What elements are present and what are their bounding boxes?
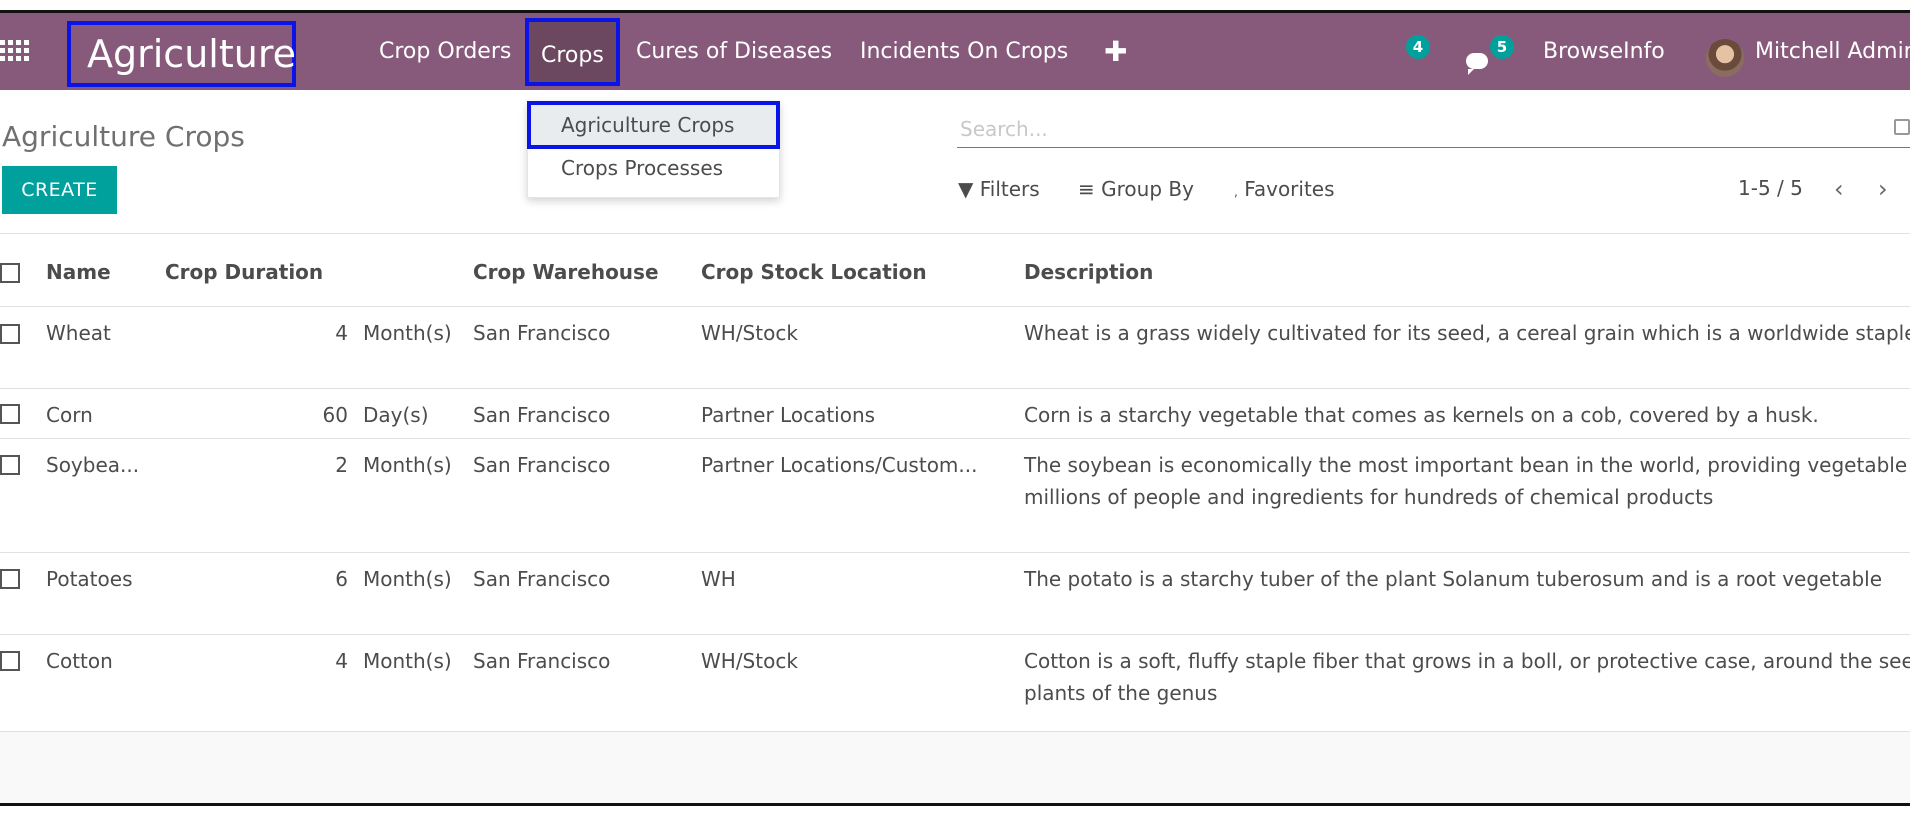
row-description: Wheat is a grass widely cultivated for i… (1024, 321, 1910, 345)
control-separator (0, 233, 1910, 234)
search-input[interactable]: Search... (960, 117, 1048, 141)
row-description: Cotton is a soft, fluffy staple fiber th… (1024, 649, 1910, 705)
chat-icon (1466, 53, 1488, 75)
row-stock-location: Partner Locations (701, 403, 876, 427)
table-row[interactable]: Corn 60 Day(s) San Francisco Partner Loc… (0, 388, 1910, 438)
row-description: The soybean is economically the most imp… (1024, 453, 1910, 509)
user-avatar[interactable] (1706, 39, 1744, 77)
row-name: Soybea... (46, 453, 140, 477)
group-by-button[interactable]: ≡ Group By (1078, 177, 1194, 201)
header-crop-stock-location[interactable]: Crop Stock Location (701, 260, 927, 284)
row-name: Cotton (46, 649, 113, 673)
chevron-right-icon[interactable]: › (1878, 175, 1888, 203)
menu-incidents-on-crops[interactable]: Incidents On Crops (860, 13, 1068, 90)
row-duration: 2 (335, 453, 348, 477)
crops-dropdown-menu: Agriculture Crops Crops Processes (527, 101, 780, 198)
table-row[interactable]: Potatoes 6 Month(s) San Francisco WH The… (0, 552, 1910, 634)
dropdown-item-agriculture-crops[interactable]: Agriculture Crops (561, 113, 734, 137)
row-description: The potato is a starchy tuber of the pla… (1024, 567, 1883, 591)
select-all-checkbox[interactable] (0, 263, 20, 283)
row-duration: 60 (322, 403, 348, 427)
table-footer (0, 731, 1910, 803)
message-count-badge: 5 (1490, 35, 1514, 59)
add-menu-icon[interactable]: ✚ (1104, 13, 1127, 90)
favorites-label: Favorites (1244, 177, 1335, 201)
row-warehouse: San Francisco (473, 403, 611, 427)
filters-button[interactable]: ▼ Filters (958, 177, 1040, 201)
row-checkbox[interactable] (0, 651, 20, 671)
row-duration: 6 (335, 567, 348, 591)
row-warehouse: San Francisco (473, 567, 611, 591)
search-bar[interactable]: Search... (957, 109, 1910, 148)
row-warehouse: San Francisco (473, 649, 611, 673)
company-switcher[interactable]: BrowseInfo (1543, 13, 1665, 90)
filter-icon: ▼ (958, 177, 974, 201)
list-icon: ≡ (1078, 177, 1095, 201)
row-duration-unit: Month(s) (363, 321, 452, 345)
group-by-label: Group By (1101, 177, 1194, 201)
row-duration: 4 (335, 649, 348, 673)
row-duration-unit: Day(s) (363, 403, 429, 427)
header-crop-duration[interactable]: Crop Duration (165, 260, 323, 284)
dropdown-item-crops-processes[interactable]: Crops Processes (561, 156, 723, 180)
row-name: Wheat (46, 321, 111, 345)
row-name: Corn (46, 403, 93, 427)
row-stock-location: WH (701, 567, 736, 591)
row-checkbox[interactable] (0, 455, 20, 475)
row-stock-location: WH/Stock (701, 649, 798, 673)
app-window: Agriculture Crop Orders Crops Cures of D… (0, 10, 1910, 806)
row-description: Corn is a starchy vegetable that comes a… (1024, 403, 1819, 427)
row-duration: 4 (335, 321, 348, 345)
row-duration-unit: Month(s) (363, 453, 452, 477)
row-checkbox[interactable] (0, 404, 20, 424)
row-duration-unit: Month(s) (363, 649, 452, 673)
app-brand[interactable]: Agriculture (67, 21, 296, 87)
table-row[interactable]: Cotton 4 Month(s) San Francisco WH/Stock… (0, 634, 1910, 731)
star-icon: , (1234, 185, 1238, 199)
menu-crops[interactable]: Crops (525, 18, 620, 86)
menu-cures-of-diseases[interactable]: Cures of Diseases (636, 13, 832, 90)
row-checkbox[interactable] (0, 569, 20, 589)
table-header: Name Crop Duration Crop Warehouse Crop S… (0, 245, 1910, 303)
row-warehouse: San Francisco (473, 453, 611, 477)
row-warehouse: San Francisco (473, 321, 611, 345)
chevron-left-icon[interactable]: ‹ (1834, 175, 1844, 203)
favorites-button[interactable]: , Favorites (1234, 177, 1335, 201)
activity-count-badge: 4 (1406, 35, 1430, 59)
header-name[interactable]: Name (46, 260, 111, 284)
table-row[interactable]: Soybea... 2 Month(s) San Francisco Partn… (0, 438, 1910, 552)
row-stock-location: WH/Stock (701, 321, 798, 345)
menu-crop-orders[interactable]: Crop Orders (379, 13, 511, 90)
header-crop-warehouse[interactable]: Crop Warehouse (473, 260, 659, 284)
user-menu[interactable]: Mitchell Admin (1755, 13, 1910, 90)
row-duration-unit: Month(s) (363, 567, 452, 591)
filters-label: Filters (979, 177, 1040, 201)
row-stock-location: Partner Locations/Custom... (701, 453, 978, 477)
table-row[interactable]: Wheat 4 Month(s) San Francisco WH/Stock … (0, 306, 1910, 388)
header-description[interactable]: Description (1024, 260, 1153, 284)
apps-grid-icon[interactable] (0, 40, 30, 64)
page-title: Agriculture Crops (2, 120, 245, 153)
create-button[interactable]: CREATE (2, 166, 117, 214)
row-checkbox[interactable] (0, 324, 20, 344)
top-navbar: Agriculture Crop Orders Crops Cures of D… (0, 13, 1910, 90)
pager-value[interactable]: 1-5 / 5 (1738, 176, 1803, 200)
search-options-icon[interactable] (1894, 119, 1910, 135)
row-name: Potatoes (46, 567, 133, 591)
